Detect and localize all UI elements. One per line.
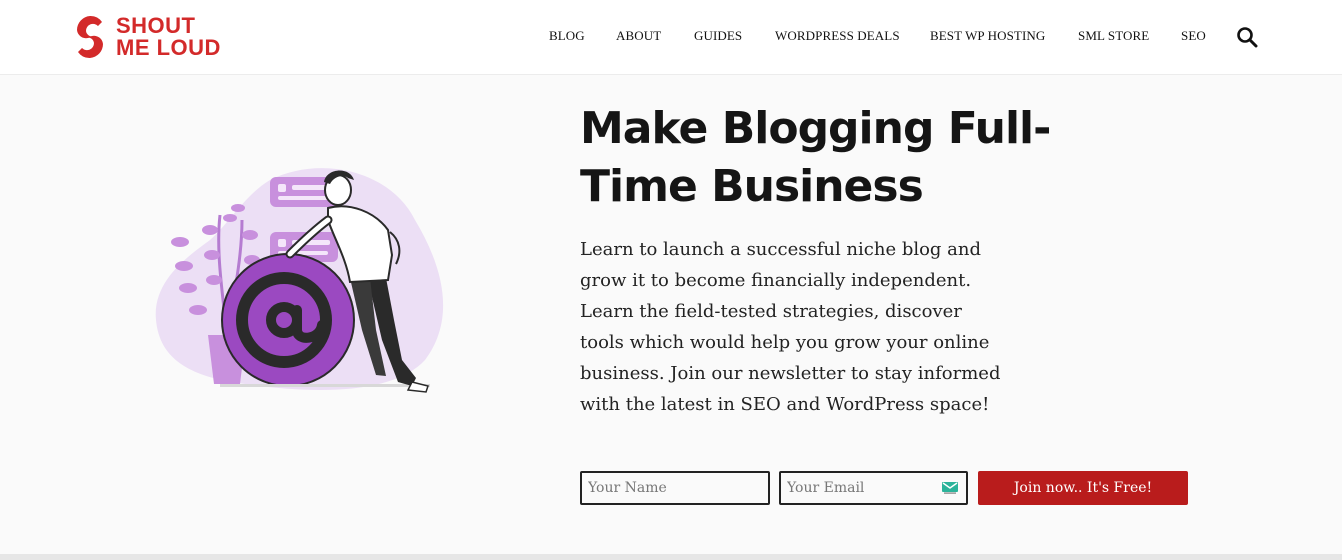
nav-item-blog[interactable]: BLOG bbox=[549, 28, 585, 44]
at-sign-illustration bbox=[155, 168, 444, 393]
name-field-wrapper bbox=[580, 471, 770, 505]
nav-item-wordpress-deals[interactable]: WORDPRESS DEALS bbox=[775, 28, 900, 44]
nav-item-sml-store[interactable]: SML STORE bbox=[1078, 28, 1149, 44]
nav-item-guides[interactable]: GUIDES bbox=[694, 28, 742, 44]
logo-text: SHOUT ME LOUD bbox=[116, 15, 221, 59]
nav-item-seo[interactable]: SEO bbox=[1181, 28, 1206, 44]
nav-item-best-wp-hosting[interactable]: BEST WP HOSTING bbox=[930, 28, 1045, 44]
email-field-wrapper bbox=[779, 471, 968, 505]
logo-line-1: SHOUT bbox=[116, 13, 196, 38]
hero-title: Make Blogging Full-Time Business bbox=[580, 103, 1051, 212]
logo-mark-icon bbox=[76, 15, 104, 59]
section-divider bbox=[0, 554, 1342, 560]
email-input[interactable] bbox=[781, 473, 966, 503]
logo-line-2: ME LOUD bbox=[116, 35, 221, 60]
site-header: SHOUT ME LOUD BLOG ABOUT GUIDES WORDPRES… bbox=[0, 0, 1342, 75]
search-icon[interactable] bbox=[1236, 26, 1258, 48]
hero-description: Learn to launch a successful niche blog … bbox=[580, 239, 1001, 415]
mail-autofill-icon[interactable] bbox=[942, 482, 958, 494]
join-now-button[interactable]: Join now.. It's Free! bbox=[978, 471, 1188, 505]
nav-item-about[interactable]: ABOUT bbox=[616, 28, 661, 44]
site-logo[interactable]: SHOUT ME LOUD bbox=[74, 13, 221, 61]
name-input[interactable] bbox=[582, 473, 768, 503]
